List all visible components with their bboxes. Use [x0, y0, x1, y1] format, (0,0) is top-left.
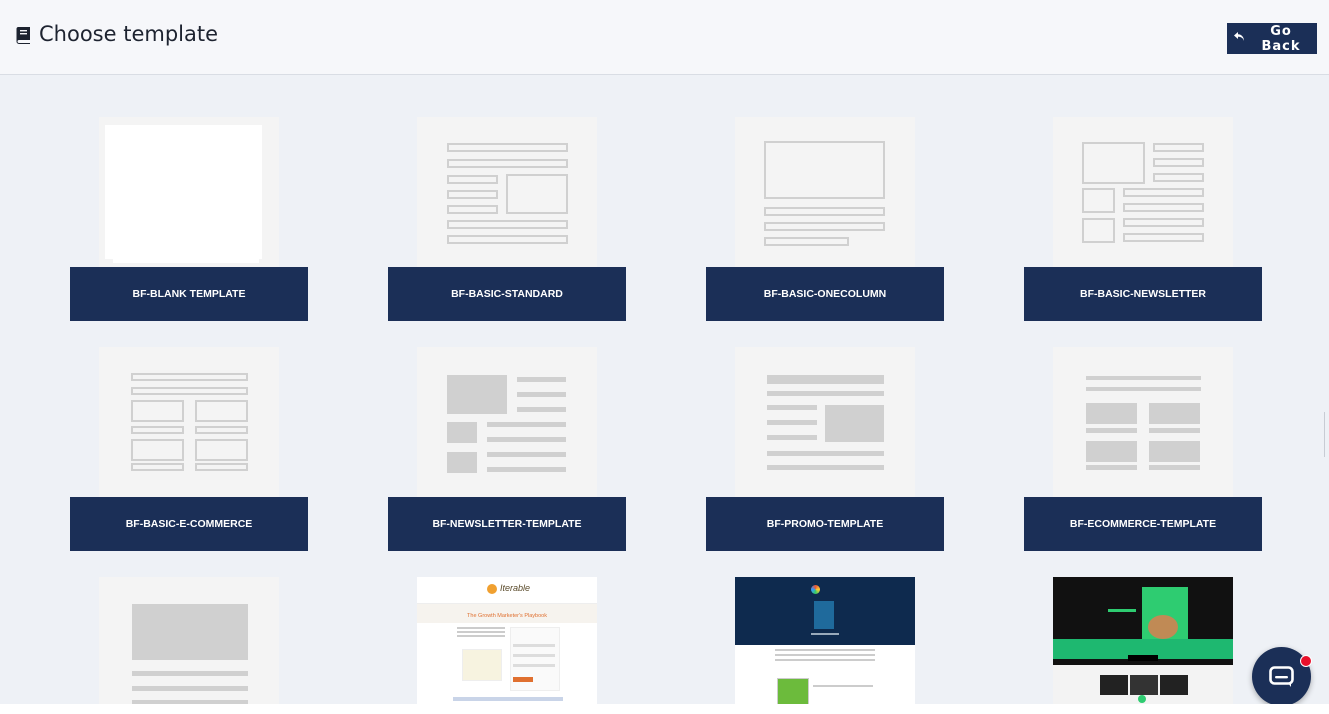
template-select-button[interactable]: BF-ECOMMERCE-TEMPLATE [1024, 497, 1262, 551]
chat-launcher-button[interactable] [1252, 647, 1312, 706]
template-select-button[interactable]: BF-BASIC-STANDARD [388, 267, 626, 321]
book-icon [15, 25, 31, 44]
template-select-button[interactable]: BF-BLANK TEMPLATE [70, 267, 308, 321]
go-back-label: Go Back [1261, 23, 1301, 54]
status-bar [0, 704, 1329, 714]
template-thumbnail[interactable] [99, 577, 279, 704]
template-thumbnail[interactable] [735, 117, 915, 267]
template-select-button[interactable]: BF-BASIC-ONECOLUMN [706, 267, 944, 321]
template-thumbnail[interactable] [99, 347, 279, 497]
brand-logo-icon [487, 584, 497, 594]
template-thumbnail[interactable]: Iterable The Growth Marketer's Playbook [417, 577, 597, 704]
template-thumbnail[interactable] [417, 117, 597, 267]
template-thumbnail[interactable] [735, 577, 915, 704]
template-thumbnail[interactable] [1053, 347, 1233, 497]
template-thumbnail[interactable] [417, 347, 597, 497]
preview-headline: The Growth Marketer's Playbook [467, 613, 547, 619]
template-thumbnail[interactable] [99, 117, 279, 267]
go-back-button[interactable]: Go Back [1227, 23, 1317, 54]
template-select-button[interactable]: BF-NEWSLETTER-TEMPLATE [388, 497, 626, 551]
header: Choose template Go Back [0, 0, 1329, 75]
notification-badge [1300, 655, 1312, 667]
template-thumbnail[interactable] [1053, 577, 1233, 704]
template-thumbnail[interactable] [1053, 117, 1233, 267]
template-select-button[interactable]: BF-BASIC-E-COMMERCE [70, 497, 308, 551]
page-title: Choose template [15, 22, 218, 46]
template-select-button[interactable]: BF-BASIC-NEWSLETTER [1024, 267, 1262, 321]
chat-bubble-icon [1269, 666, 1294, 693]
template-select-button[interactable]: BF-PROMO-TEMPLATE [706, 497, 944, 551]
page-title-text: Choose template [39, 22, 219, 46]
colorful-logo-icon [811, 585, 820, 594]
reply-arrow-icon [1233, 31, 1245, 46]
brand-name: Iterable [500, 583, 531, 593]
template-thumbnail[interactable] [735, 347, 915, 497]
scrollbar[interactable] [1324, 412, 1329, 457]
